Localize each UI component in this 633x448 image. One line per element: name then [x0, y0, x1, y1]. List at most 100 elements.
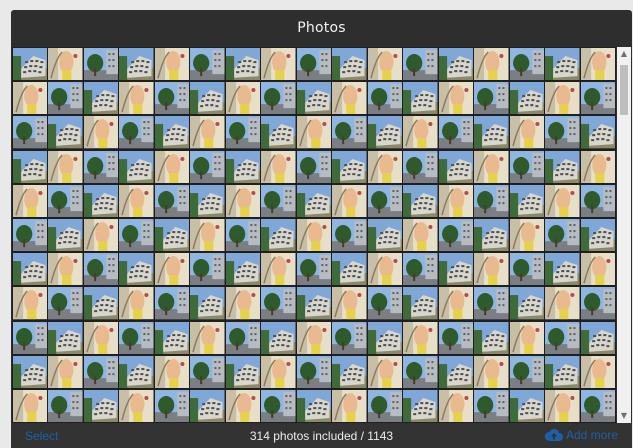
photo-thumbnail[interactable] — [190, 150, 225, 183]
photo-thumbnail[interactable] — [545, 355, 580, 388]
photo-thumbnail[interactable] — [367, 48, 403, 81]
photo-thumbnail[interactable] — [12, 184, 48, 217]
photo-thumbnail[interactable] — [296, 390, 332, 423]
photo-thumbnail[interactable] — [367, 219, 403, 252]
photo-thumbnail[interactable] — [119, 116, 154, 149]
photo-thumbnail[interactable] — [83, 390, 119, 423]
photo-thumbnail[interactable] — [190, 48, 225, 81]
photo-thumbnail[interactable] — [12, 219, 48, 252]
photo-thumbnail[interactable] — [225, 253, 261, 286]
photo-thumbnail[interactable] — [261, 82, 296, 115]
photo-thumbnail[interactable] — [367, 253, 403, 286]
photo-thumbnail[interactable] — [438, 355, 474, 388]
photo-thumbnail[interactable] — [48, 48, 83, 81]
photo-thumbnail[interactable] — [438, 321, 474, 354]
photo-thumbnail[interactable] — [580, 321, 616, 354]
photo-thumbnail[interactable] — [261, 287, 296, 320]
photo-thumbnail[interactable] — [545, 184, 580, 217]
photo-thumbnail[interactable] — [296, 253, 332, 286]
photo-thumbnail[interactable] — [474, 82, 509, 115]
photo-thumbnail[interactable] — [580, 150, 616, 183]
photo-thumbnail[interactable] — [580, 355, 616, 388]
photo-thumbnail[interactable] — [332, 321, 367, 354]
photo-thumbnail[interactable] — [12, 390, 48, 423]
photo-thumbnail[interactable] — [190, 355, 225, 388]
photo-thumbnail[interactable] — [545, 390, 580, 423]
photo-thumbnail[interactable] — [261, 48, 296, 81]
photo-thumbnail[interactable] — [509, 355, 545, 388]
photo-thumbnail[interactable] — [403, 287, 438, 320]
photo-thumbnail[interactable] — [261, 390, 296, 423]
photo-thumbnail[interactable] — [12, 287, 48, 320]
photo-thumbnail[interactable] — [154, 355, 190, 388]
photo-thumbnail[interactable] — [367, 355, 403, 388]
photo-thumbnail[interactable] — [119, 219, 154, 252]
photo-thumbnail[interactable] — [332, 390, 367, 423]
photo-thumbnail[interactable] — [225, 150, 261, 183]
photo-thumbnail[interactable] — [474, 184, 509, 217]
photo-thumbnail[interactable] — [438, 48, 474, 81]
photo-thumbnail[interactable] — [154, 253, 190, 286]
photo-thumbnail[interactable] — [119, 390, 154, 423]
photo-thumbnail[interactable] — [119, 150, 154, 183]
photo-thumbnail[interactable] — [403, 390, 438, 423]
scroll-down-arrow-icon[interactable]: ▼ — [617, 409, 631, 423]
photo-thumbnail[interactable] — [474, 321, 509, 354]
photo-thumbnail[interactable] — [225, 390, 261, 423]
photo-thumbnail[interactable] — [296, 48, 332, 81]
photo-thumbnail[interactable] — [48, 321, 83, 354]
photo-thumbnail[interactable] — [332, 253, 367, 286]
photo-thumbnail[interactable] — [12, 253, 48, 286]
photo-thumbnail[interactable] — [403, 48, 438, 81]
photo-thumbnail[interactable] — [438, 150, 474, 183]
photo-thumbnail[interactable] — [474, 48, 509, 81]
photo-thumbnail[interactable] — [332, 287, 367, 320]
photo-thumbnail[interactable] — [154, 48, 190, 81]
photo-thumbnail[interactable] — [509, 287, 545, 320]
photo-thumbnail[interactable] — [403, 116, 438, 149]
photo-thumbnail[interactable] — [332, 219, 367, 252]
photo-thumbnail[interactable] — [509, 116, 545, 149]
photo-thumbnail[interactable] — [190, 116, 225, 149]
photo-thumbnail[interactable] — [580, 48, 616, 81]
photo-thumbnail[interactable] — [545, 219, 580, 252]
photo-thumbnail[interactable] — [509, 321, 545, 354]
photo-thumbnail[interactable] — [83, 321, 119, 354]
photo-thumbnail[interactable] — [332, 82, 367, 115]
photo-thumbnail[interactable] — [296, 355, 332, 388]
photo-thumbnail[interactable] — [332, 184, 367, 217]
photo-thumbnail[interactable] — [367, 150, 403, 183]
photo-thumbnail[interactable] — [225, 184, 261, 217]
photo-thumbnail[interactable] — [474, 390, 509, 423]
photo-thumbnail[interactable] — [474, 150, 509, 183]
photo-thumbnail[interactable] — [403, 219, 438, 252]
photo-thumbnail[interactable] — [83, 82, 119, 115]
photo-thumbnail[interactable] — [12, 82, 48, 115]
photo-thumbnail[interactable] — [48, 116, 83, 149]
photo-thumbnail[interactable] — [261, 184, 296, 217]
photo-thumbnail[interactable] — [48, 219, 83, 252]
photo-thumbnail[interactable] — [367, 287, 403, 320]
photo-thumbnail[interactable] — [296, 116, 332, 149]
photo-thumbnail[interactable] — [545, 116, 580, 149]
photo-thumbnail[interactable] — [12, 355, 48, 388]
photo-thumbnail[interactable] — [48, 355, 83, 388]
photo-thumbnail[interactable] — [119, 184, 154, 217]
photo-thumbnail[interactable] — [225, 219, 261, 252]
photo-thumbnail[interactable] — [225, 48, 261, 81]
photo-thumbnail[interactable] — [83, 150, 119, 183]
photo-thumbnail[interactable] — [83, 253, 119, 286]
photo-thumbnail[interactable] — [225, 287, 261, 320]
photo-thumbnail[interactable] — [83, 287, 119, 320]
photo-thumbnail[interactable] — [225, 116, 261, 149]
add-more-button[interactable]: Add more — [544, 428, 618, 442]
scrollbar-thumb[interactable] — [620, 65, 628, 115]
photo-thumbnail[interactable] — [509, 184, 545, 217]
photo-thumbnail[interactable] — [403, 321, 438, 354]
photo-thumbnail[interactable] — [367, 390, 403, 423]
photo-thumbnail[interactable] — [545, 150, 580, 183]
photo-thumbnail[interactable] — [154, 219, 190, 252]
photo-thumbnail[interactable] — [474, 253, 509, 286]
photo-thumbnail[interactable] — [83, 116, 119, 149]
vertical-scrollbar[interactable]: ▲ ▼ — [617, 47, 631, 423]
